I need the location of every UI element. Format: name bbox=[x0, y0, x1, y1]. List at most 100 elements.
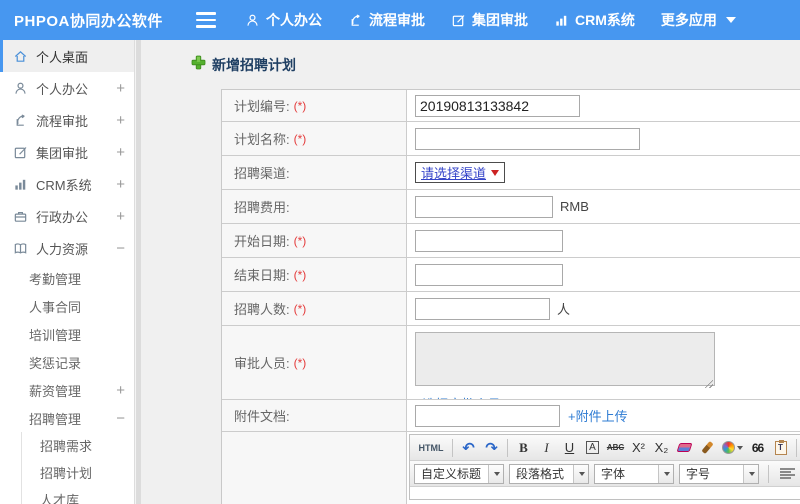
pastetext-icon[interactable]: T bbox=[769, 438, 792, 458]
glyph: X² bbox=[632, 440, 645, 455]
font-size-select[interactable]: 字号 bbox=[679, 463, 759, 484]
sidebar-item-recruitment-plan[interactable]: 招聘计划 bbox=[0, 459, 141, 486]
editor-toolbar-row1: HTML↶↷BIUAABCX²X₂66TAab bbox=[410, 435, 800, 461]
form-row-attachment: 附件文档: +附件上传 bbox=[222, 400, 800, 432]
required-mark: (*) bbox=[293, 301, 307, 316]
start-date-input[interactable] bbox=[415, 229, 563, 252]
sidebar-item-crm-system[interactable]: CRM系统 + bbox=[0, 168, 141, 200]
bold-button[interactable]: B bbox=[512, 438, 535, 458]
recruit-cost-input[interactable] bbox=[415, 195, 553, 218]
collapse-icon[interactable]: − bbox=[116, 240, 125, 257]
blockquote-button[interactable]: 66 bbox=[746, 438, 769, 458]
sidebar-item-label: 招聘计划 bbox=[40, 466, 93, 481]
form-row-start-date: 开始日期: (*) bbox=[222, 224, 800, 258]
plan-no-input[interactable] bbox=[415, 94, 580, 117]
field-value-cell: HTML↶↷BIUAABCX²X₂66TAab自定义标题段落格式字体字号∞ bbox=[407, 432, 800, 504]
topnav-workflow-approval[interactable]: 流程审批 bbox=[335, 0, 438, 40]
field-label: 招聘渠道: bbox=[234, 166, 290, 181]
glyph: T bbox=[778, 443, 783, 452]
subscript-button[interactable]: X₂ bbox=[650, 438, 673, 458]
expand-icon[interactable]: + bbox=[116, 176, 125, 193]
sidebar-item-admin-office[interactable]: 行政办公 + bbox=[0, 200, 141, 232]
plan-name-input[interactable] bbox=[415, 127, 640, 150]
sidebar-item-attendance-mgmt[interactable]: 考勤管理 bbox=[0, 264, 141, 292]
expand-icon[interactable]: + bbox=[116, 112, 125, 129]
eraser-icon[interactable] bbox=[673, 438, 696, 458]
caret-down-icon[interactable] bbox=[658, 464, 673, 483]
toolbar-separator bbox=[452, 438, 453, 457]
autotypeset-button[interactable]: A bbox=[581, 438, 604, 458]
expand-icon[interactable]: + bbox=[116, 80, 125, 97]
expand-icon[interactable]: + bbox=[116, 144, 125, 161]
sidebar-scrollbar-thumb[interactable] bbox=[136, 40, 141, 504]
edit-icon bbox=[451, 13, 466, 28]
editor-content-area[interactable] bbox=[410, 487, 800, 499]
sidebar-item-group-approval[interactable]: 集团审批 + bbox=[0, 136, 141, 168]
form-row-recruit-count: 招聘人数: (*) 人 bbox=[222, 292, 800, 326]
attachment-input[interactable] bbox=[415, 404, 560, 427]
sidebar-item-workflow-approval[interactable]: 流程审批 + bbox=[0, 104, 141, 136]
field-label-cell: 开始日期: (*) bbox=[222, 224, 407, 257]
paragraph-select[interactable]: 段落格式 bbox=[509, 463, 589, 484]
caret-down-icon bbox=[491, 169, 500, 176]
collapse-icon[interactable]: − bbox=[116, 410, 125, 427]
field-label-cell: 附件文档: bbox=[222, 400, 407, 431]
strikethrough-button[interactable]: ABC bbox=[604, 438, 627, 458]
caret-down-icon[interactable] bbox=[573, 464, 588, 483]
expand-icon[interactable]: + bbox=[116, 382, 125, 399]
sidebar-item-human-resources[interactable]: 人力资源 − bbox=[0, 232, 141, 264]
field-label-cell: 审批人员: (*) bbox=[222, 326, 407, 399]
caret-down-icon[interactable] bbox=[488, 464, 503, 483]
redo-icon[interactable]: ↷ bbox=[480, 438, 503, 458]
underline-button[interactable]: U bbox=[558, 438, 581, 458]
edit-icon bbox=[13, 145, 28, 160]
sidebar-scrollbar[interactable] bbox=[134, 40, 141, 504]
sidebar-item-training-mgmt[interactable]: 培训管理 bbox=[0, 320, 141, 348]
sidebar-item-salary-mgmt[interactable]: 薪资管理 + bbox=[0, 376, 141, 404]
combo-value: 自定义标题 bbox=[421, 467, 482, 481]
recruit-count-input[interactable] bbox=[415, 297, 550, 320]
sidebar-item-personal-desktop[interactable]: 个人桌面 bbox=[0, 40, 141, 72]
editor-toolbar-row2: 自定义标题段落格式字体字号∞ bbox=[410, 461, 800, 487]
sidebar-item-recruitment-demand[interactable]: 招聘需求 bbox=[0, 432, 141, 459]
italic-button[interactable]: I bbox=[535, 438, 558, 458]
superscript-button[interactable]: X² bbox=[627, 438, 650, 458]
topnav-crm-system[interactable]: CRM系统 bbox=[541, 0, 648, 40]
sidebar-item-personal-office[interactable]: 个人办公 + bbox=[0, 72, 141, 104]
undo-icon[interactable]: ↶ bbox=[457, 438, 480, 458]
font-family-select[interactable]: 字体 bbox=[594, 463, 674, 484]
select-approvers-link[interactable]: +选择审批人员 bbox=[415, 394, 800, 399]
sidebar-item-talent-pool[interactable]: 人才库 bbox=[0, 486, 141, 504]
topnav-personal-office[interactable]: 个人办公 bbox=[232, 0, 335, 40]
caret-down-icon bbox=[737, 445, 743, 450]
approvers-textarea[interactable] bbox=[415, 332, 715, 386]
field-label: 开始日期: bbox=[234, 234, 290, 249]
sidebar-item-reward-punishment[interactable]: 奖惩记录 bbox=[0, 348, 141, 376]
recruit-channel-select[interactable]: 请选择渠道 bbox=[415, 162, 506, 183]
autoformat-icon[interactable] bbox=[719, 438, 746, 458]
align-left-icon[interactable] bbox=[776, 464, 799, 484]
caret-down-icon[interactable] bbox=[743, 464, 758, 483]
sidebar-item-label: 个人桌面 bbox=[36, 49, 89, 65]
topnav-more-apps[interactable]: 更多应用 bbox=[648, 0, 749, 40]
custom-title-select[interactable]: 自定义标题 bbox=[414, 463, 504, 484]
sidebar-item-label: 行政办公 bbox=[36, 209, 89, 225]
topnav-group-approval[interactable]: 集团审批 bbox=[438, 0, 541, 40]
attachment-upload-link[interactable]: +附件上传 bbox=[568, 406, 628, 425]
field-value-cell: 人 bbox=[407, 292, 800, 325]
glyph: U bbox=[564, 440, 575, 455]
expand-icon[interactable]: + bbox=[116, 208, 125, 225]
topnav-label: 流程审批 bbox=[369, 12, 425, 28]
person-icon bbox=[245, 13, 260, 28]
sidebar-item-personnel-contract[interactable]: 人事合同 bbox=[0, 292, 141, 320]
menu-toggle-icon[interactable] bbox=[196, 12, 216, 28]
field-value-cell: RMB bbox=[407, 190, 800, 223]
sidebar-item-label: 人事合同 bbox=[29, 299, 82, 315]
formatmatch-icon[interactable] bbox=[696, 438, 719, 458]
sidebar-item-recruitment-mgmt[interactable]: 招聘管理 − bbox=[0, 404, 141, 432]
field-value-cell bbox=[407, 224, 800, 257]
source-button[interactable]: HTML bbox=[414, 438, 448, 458]
chart-icon bbox=[554, 13, 569, 28]
end-date-input[interactable] bbox=[415, 263, 563, 286]
app-logo: PHPOA协同办公软件 bbox=[14, 12, 163, 30]
